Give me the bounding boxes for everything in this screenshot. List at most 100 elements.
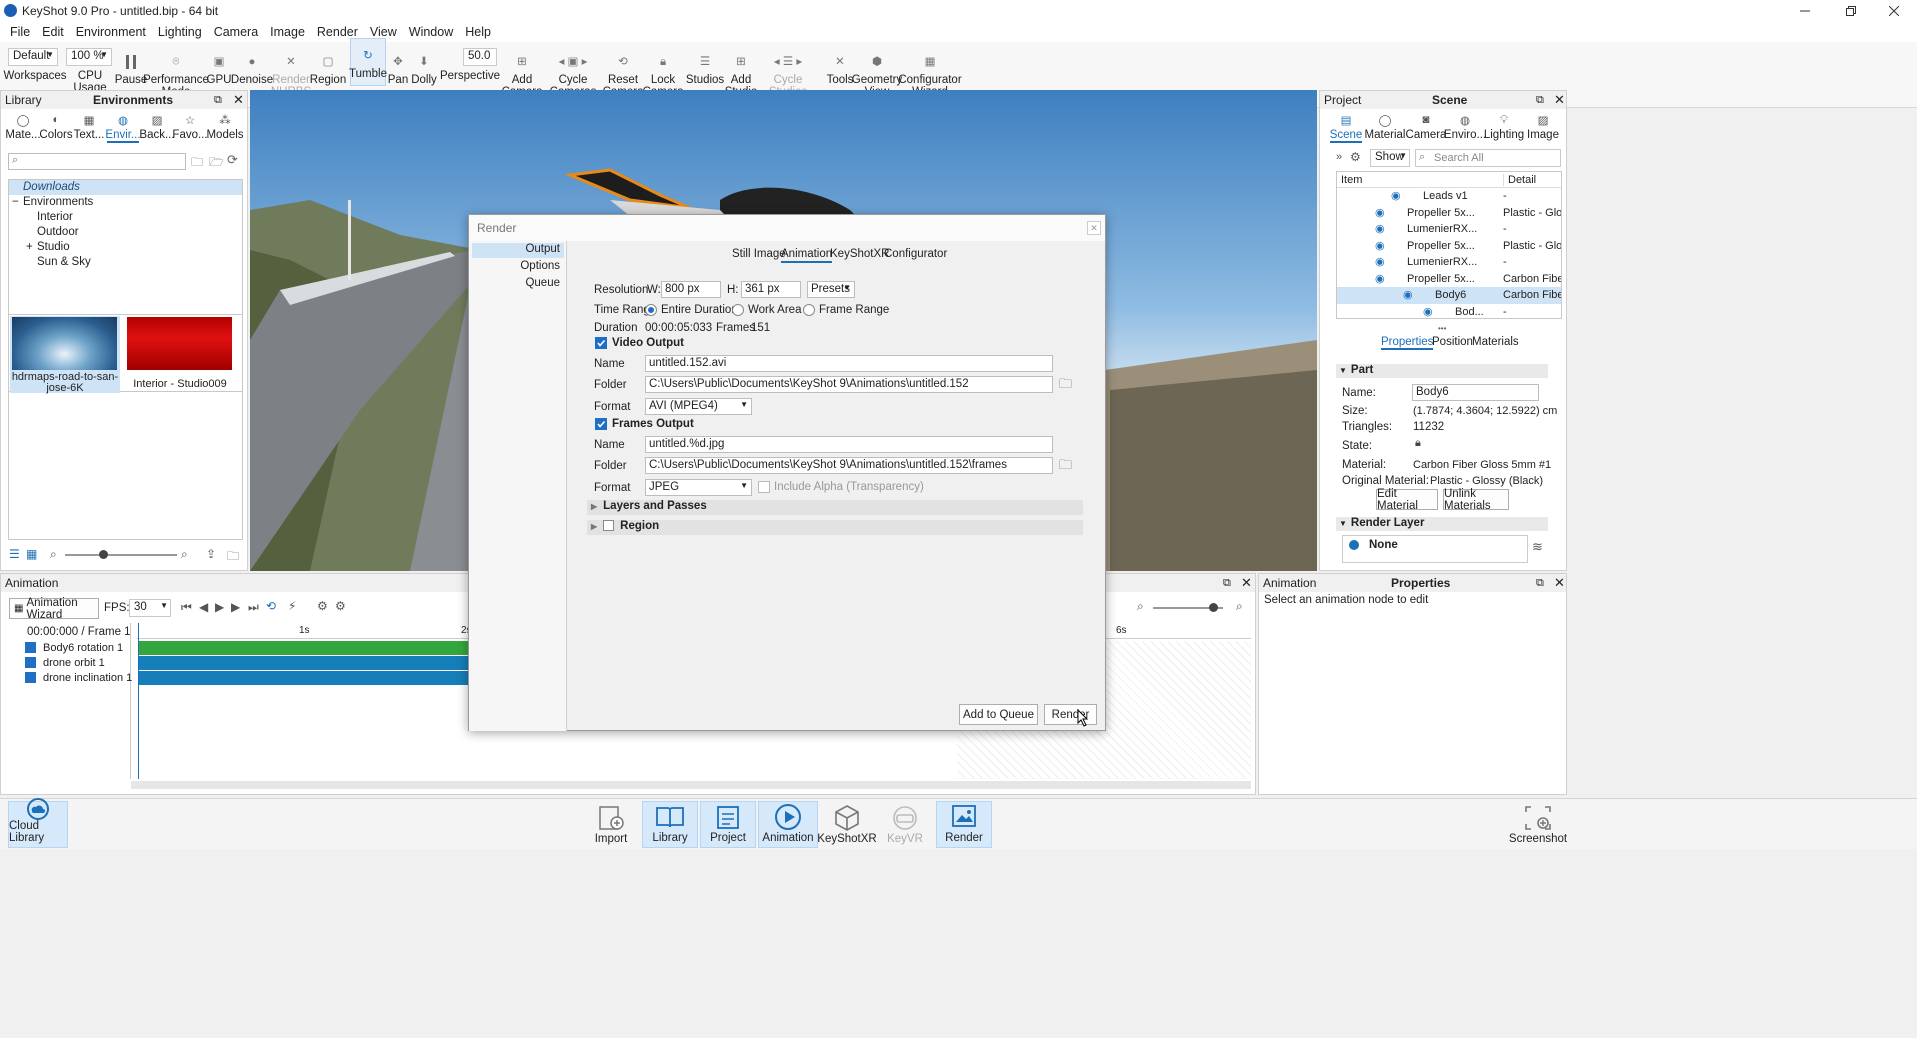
lock-icon[interactable]: 🔒︎ (1415, 437, 1421, 450)
show-select[interactable]: Show ▼ (1370, 149, 1410, 167)
undock-icon[interactable]: ⧉ (1223, 577, 1231, 590)
render-tab-button[interactable]: Render (936, 801, 992, 848)
tab-still-image[interactable]: Still Image (732, 248, 786, 260)
browse-folder-icon[interactable]: 🗀 (1059, 456, 1072, 478)
frames-name-input[interactable]: untitled.%d.jpg (645, 436, 1053, 453)
undock-icon[interactable]: ⧉ (214, 94, 222, 107)
folder-share-icon[interactable]: 🗁 (209, 153, 224, 174)
frames-format-select[interactable]: JPEG ▼ (645, 479, 752, 496)
denoise-button[interactable]: ● Denoise (231, 50, 273, 86)
close-button[interactable] (1871, 0, 1917, 22)
render-layer-list[interactable]: None (1342, 535, 1528, 563)
go-start-icon[interactable]: ⏮︎ (181, 600, 192, 615)
import-button[interactable]: Import (590, 801, 632, 848)
scene-tree-row[interactable]: ◉ Body6 Carbon Fibe (1337, 287, 1561, 304)
workspace-select[interactable]: Default ▼ (8, 48, 58, 66)
tab-environments[interactable]: ◍ Envir... (105, 111, 141, 143)
gpu-button[interactable]: ▣ GPU (205, 50, 233, 86)
undock-icon[interactable]: ⧉ (1536, 577, 1544, 590)
render-button[interactable]: Render (1044, 704, 1097, 725)
presets-select[interactable]: Presets ▼ (807, 281, 855, 298)
playhead[interactable] (138, 623, 139, 779)
menu-view[interactable]: View (364, 25, 403, 39)
close-icon[interactable]: ✕ (1087, 221, 1101, 235)
menu-window[interactable]: Window (403, 25, 459, 39)
track-bar-body6-rotation[interactable] (139, 641, 471, 655)
region-button[interactable]: ▢ Region (310, 50, 346, 86)
visibility-eye-icon[interactable]: ◉ (1423, 305, 1433, 318)
pause-button[interactable]: Pause (115, 50, 147, 86)
close-icon[interactable]: ✕ (1554, 575, 1565, 591)
radio-frame-range[interactable] (803, 304, 815, 316)
thumbnail-hdrmaps[interactable]: hdrmaps-road-to-san-jose-6K (10, 316, 120, 394)
expand-icon[interactable]: + (26, 240, 33, 255)
video-name-input[interactable]: untitled.152.avi (645, 355, 1053, 372)
studios-button[interactable]: ☰ Studios (686, 50, 724, 86)
keyvr-button[interactable]: KeyVR (878, 801, 932, 848)
folder-icon[interactable]: 🗀 (227, 547, 239, 568)
height-input[interactable]: 361 px (741, 281, 801, 298)
collapse-icon[interactable]: − (12, 195, 19, 210)
step-forward-icon[interactable]: ▶︎ (231, 600, 240, 614)
region-section[interactable]: ▶ Region (587, 520, 1083, 535)
tab-lighting[interactable]: 💡︎ Lighting (1484, 111, 1524, 142)
visibility-eye-icon[interactable]: ◉ (1375, 255, 1385, 268)
visibility-eye-icon[interactable]: ◉ (1391, 189, 1401, 202)
zoom-out-icon[interactable]: ⌕ (1137, 599, 1144, 614)
visibility-eye-icon[interactable]: ◉ (1375, 222, 1385, 235)
timeline-scrollbar[interactable] (131, 781, 1251, 789)
go-end-icon[interactable]: ⏭︎ (248, 600, 259, 615)
render-layer-section-header[interactable]: ▼ Render Layer (1336, 517, 1548, 531)
menu-edit[interactable]: Edit (36, 25, 70, 39)
edit-material-button[interactable]: Edit Material (1376, 488, 1438, 512)
video-folder-input[interactable]: C:\Users\Public\Documents\KeyShot 9\Anim… (645, 376, 1053, 393)
settings-icon[interactable]: ⚙ (1350, 150, 1361, 164)
keyshotxr-button[interactable]: KeyShotXR (817, 801, 877, 848)
animation-wizard-button[interactable]: ▦ Animation Wizard (9, 597, 99, 621)
part-section-header[interactable]: ▼ Part (1336, 364, 1548, 378)
tab-scene[interactable]: ▤ Scene (1330, 111, 1362, 143)
frames-output-checkbox[interactable] (595, 418, 607, 430)
options-icon[interactable]: ⚙ (335, 599, 346, 613)
layers-passes-section[interactable]: ▶ Layers and Passes (587, 500, 1083, 515)
scene-search-input[interactable]: ⌕ Search All (1415, 149, 1561, 167)
perspective-input[interactable]: 50.0 (463, 48, 497, 66)
thumbnail-size-slider[interactable] (65, 550, 177, 559)
minimize-button[interactable] (1782, 0, 1828, 22)
timeline-zoom-slider[interactable] (1153, 603, 1223, 612)
region-checkbox[interactable] (603, 520, 615, 531)
close-icon[interactable]: ✕ (1554, 92, 1565, 108)
scene-tree-row[interactable]: ◉ Leads v1 - (1337, 188, 1561, 205)
track-checkbox[interactable] (25, 672, 36, 683)
list-view-icon[interactable]: ☰ (9, 547, 20, 561)
fps-select[interactable]: 30 ▼ (129, 599, 171, 617)
settings-icon[interactable]: ⚙ (317, 599, 328, 613)
tree-item-interior[interactable]: Interior (9, 210, 242, 225)
grid-view-icon[interactable]: ▦ (26, 547, 37, 561)
expand-all-icon[interactable]: » (1336, 151, 1342, 163)
scene-tree-row[interactable]: ◉ Propeller 5x... Plastic - Glos (1337, 205, 1561, 222)
visibility-eye-icon[interactable]: ◉ (1375, 272, 1385, 285)
menu-image[interactable]: Image (264, 25, 311, 39)
radio-work-area[interactable] (732, 304, 744, 316)
dolly-button[interactable]: ⬇ Dolly (410, 50, 438, 86)
keyframe-tool-icon[interactable]: ⚡︎ (288, 599, 296, 613)
browse-folder-icon[interactable]: 🗀 (1059, 375, 1072, 397)
scene-tree-row[interactable]: ◉ LumenierRX... - (1337, 254, 1561, 271)
library-search-input[interactable]: ⌕ (8, 153, 186, 170)
tab-image[interactable]: ▨ Image (1526, 111, 1560, 141)
track-bar-drone-orbit[interactable] (139, 656, 471, 670)
sidebar-item-queue[interactable]: Queue (472, 277, 564, 292)
frames-folder-input[interactable]: C:\Users\Public\Documents\KeyShot 9\Anim… (645, 457, 1053, 474)
animation-track-row[interactable]: Body6 rotation 1 (25, 642, 123, 656)
add-to-queue-button[interactable]: Add to Queue (959, 704, 1038, 725)
tab-configurator[interactable]: Configurator (884, 248, 947, 260)
tree-item-environments[interactable]: − Environments (9, 195, 242, 210)
tab-animation[interactable]: Animation (781, 248, 833, 263)
tree-item-sun-sky[interactable]: Sun & Sky (9, 255, 242, 270)
animation-track-row[interactable]: drone orbit 1 (25, 657, 105, 671)
layers-icon[interactable]: ≋ (1532, 539, 1543, 555)
animation-button[interactable]: Animation (758, 801, 818, 848)
subtab-properties[interactable]: Properties (1381, 336, 1434, 350)
step-back-icon[interactable]: ◀︎ (199, 600, 208, 614)
